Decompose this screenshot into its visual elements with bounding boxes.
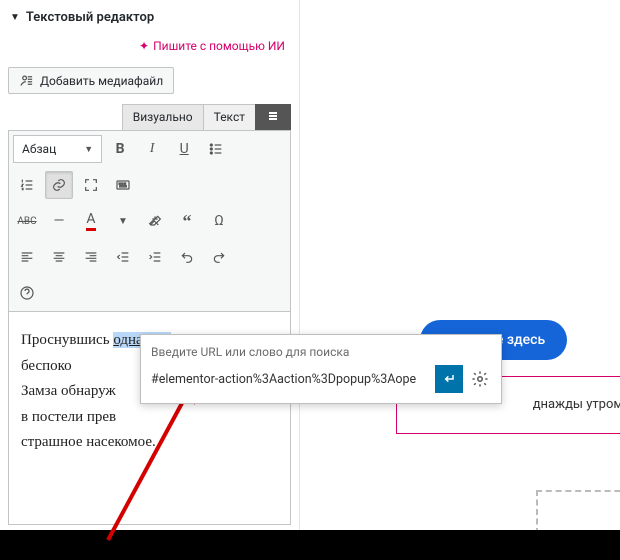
toolbar-toggle-button[interactable] — [109, 171, 137, 199]
text-line5: страшное насекомое. — [21, 434, 156, 450]
link-button[interactable] — [45, 171, 73, 199]
link-icon — [51, 177, 67, 193]
bold-button[interactable]: B — [106, 135, 134, 163]
tab-extra[interactable] — [255, 104, 291, 130]
bottom-bar — [0, 530, 620, 560]
format-select-label: Абзац — [22, 142, 56, 156]
strike-button[interactable]: ABC — [13, 207, 41, 235]
numbered-list-icon — [19, 177, 35, 193]
accordion-header[interactable]: ▼ Текстовый редактор — [8, 0, 291, 35]
chevron-down-icon: ▼ — [84, 144, 93, 155]
help-icon — [19, 285, 35, 301]
preview-area: Нажмите здесь днажды утром — [310, 0, 620, 560]
fullscreen-button[interactable] — [77, 171, 105, 199]
bullet-list-button[interactable] — [202, 135, 230, 163]
undo-button[interactable] — [173, 243, 201, 271]
redo-button[interactable] — [205, 243, 233, 271]
underline-button[interactable]: U — [170, 135, 198, 163]
link-popover: Введите URL или слово для поиска #elemen… — [140, 334, 502, 404]
text-before: Проснувшись — [21, 332, 113, 348]
textcolor-dropdown[interactable]: ▼ — [109, 207, 137, 235]
format-select[interactable]: Абзац ▼ — [13, 135, 102, 163]
hr-button[interactable]: — — [45, 207, 73, 235]
help-button[interactable] — [13, 279, 41, 307]
tab-text[interactable]: Текст — [203, 104, 256, 130]
eraser-icon — [147, 213, 163, 229]
ai-write-link[interactable]: ✦ Пишите с помощью ИИ — [8, 35, 291, 67]
blockquote-button[interactable]: “ — [173, 207, 201, 235]
textcolor-button[interactable]: A — [77, 207, 105, 235]
link-settings-button[interactable] — [469, 368, 491, 390]
redo-icon — [211, 249, 227, 265]
outdent-icon — [115, 249, 131, 265]
editor-toolbar: Абзац ▼ B I U ABC — — [8, 130, 291, 312]
align-left-button[interactable] — [13, 243, 41, 271]
undo-icon — [179, 249, 195, 265]
add-media-button[interactable]: Добавить медиафайл — [8, 67, 174, 94]
italic-button[interactable]: I — [138, 135, 166, 163]
align-right-button[interactable] — [77, 243, 105, 271]
media-button-label: Добавить медиафайл — [40, 74, 163, 88]
text-line3: Замза обнаруж — [21, 383, 116, 399]
bullet-list-icon — [208, 141, 224, 157]
specialchar-button[interactable]: Ω — [205, 207, 233, 235]
link-popover-label: Введите URL или слово для поиска — [151, 345, 491, 359]
enter-icon — [441, 371, 457, 387]
panel-title: Текстовый редактор — [26, 10, 154, 25]
link-apply-button[interactable] — [435, 365, 463, 393]
drop-placeholder[interactable] — [536, 490, 620, 534]
ai-link-label: Пишите с помощью ИИ — [153, 39, 285, 53]
align-center-icon — [51, 249, 67, 265]
outdent-button[interactable] — [109, 243, 137, 271]
link-url-input[interactable]: #elementor-action%3Aaction%3Dpopup%3Aope — [151, 372, 429, 387]
fullscreen-icon — [83, 177, 99, 193]
caret-down-icon: ▼ — [10, 12, 20, 23]
text-line4: в постели прев — [21, 409, 116, 425]
editor-panel: ▼ Текстовый редактор ✦ Пишите с помощью … — [0, 0, 300, 560]
editor-tabs: Визуально Текст — [8, 104, 291, 130]
tab-visual[interactable]: Визуально — [122, 104, 204, 130]
numbered-list-button[interactable] — [13, 171, 41, 199]
gear-icon — [471, 370, 489, 388]
keyboard-icon — [115, 177, 131, 193]
align-center-button[interactable] — [45, 243, 73, 271]
align-left-icon — [19, 249, 35, 265]
media-icon — [19, 73, 34, 88]
indent-button[interactable] — [141, 243, 169, 271]
stack-icon — [267, 110, 279, 122]
sparkle-icon: ✦ — [139, 39, 149, 53]
indent-icon — [147, 249, 163, 265]
clear-format-button[interactable] — [141, 207, 169, 235]
frame-text: днажды утром — [533, 397, 620, 412]
align-right-icon — [83, 249, 99, 265]
